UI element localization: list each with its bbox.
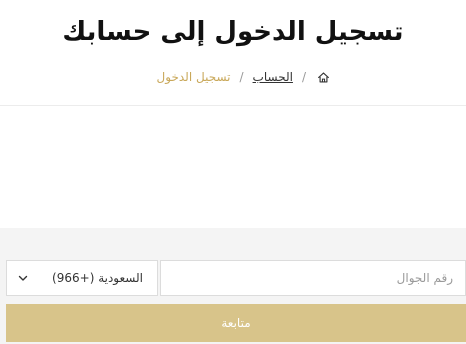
breadcrumb: / الحساب / تسجيل الدخول — [157, 67, 331, 87]
breadcrumb-separator: / — [301, 70, 306, 84]
country-code-select[interactable]: السعودية (+966) — [6, 260, 158, 296]
breadcrumb-account-link[interactable]: الحساب — [253, 67, 293, 87]
content-spacer — [0, 106, 466, 228]
breadcrumb-current: تسجيل الدخول — [156, 70, 231, 84]
phone-input[interactable] — [160, 260, 466, 296]
home-icon-graphic — [317, 71, 329, 83]
login-page: تسجيل الدخول إلى حسابك / الحساب / تسجيل … — [0, 0, 466, 344]
page-header: تسجيل الدخول إلى حسابك / الحساب / تسجيل … — [0, 0, 466, 106]
page-title: تسجيل الدخول إلى حسابك — [62, 17, 404, 47]
breadcrumb-separator: / — [239, 70, 244, 84]
continue-button[interactable]: متابعة — [6, 304, 466, 342]
home-icon[interactable] — [315, 69, 331, 85]
chevron-down-icon — [18, 275, 28, 281]
login-form: السعودية (+966) متابعة — [0, 228, 466, 344]
country-code-value: السعودية (+966) — [52, 271, 143, 285]
phone-row: السعودية (+966) — [6, 260, 466, 296]
